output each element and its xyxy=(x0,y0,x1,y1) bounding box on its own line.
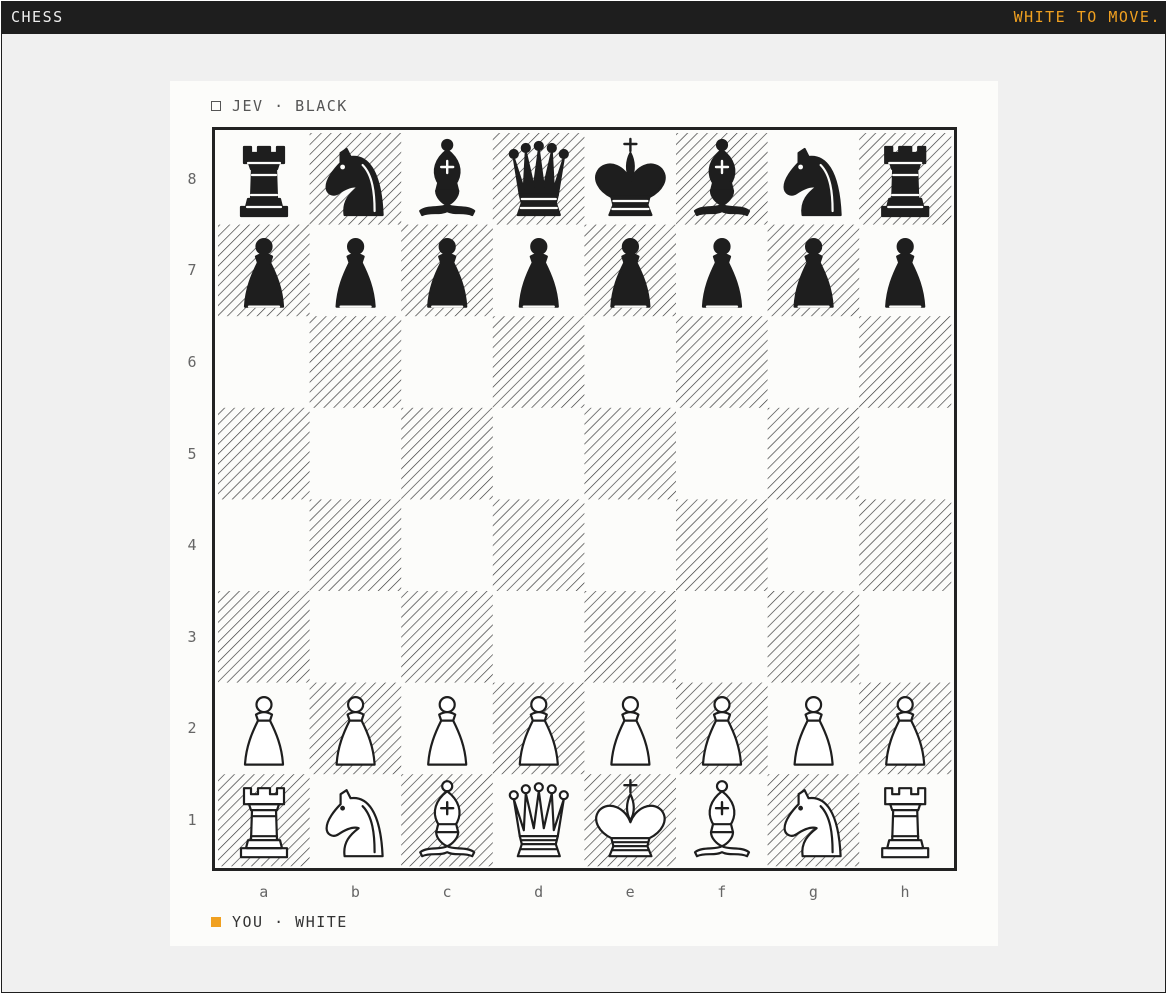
turn-status: WHITE TO MOVE. xyxy=(1013,8,1161,26)
square-d4[interactable] xyxy=(492,499,585,592)
square-f3[interactable] xyxy=(676,591,769,684)
square-c5[interactable] xyxy=(401,407,494,500)
file-label: h xyxy=(900,883,910,901)
file-label: a xyxy=(259,883,269,901)
opponent-name: JEV · BLACK xyxy=(232,97,348,115)
square-d5[interactable] xyxy=(492,407,585,500)
rank-label: 5 xyxy=(187,444,197,463)
self-name: YOU · WHITE xyxy=(232,913,348,931)
black-side-marker xyxy=(211,101,221,111)
square-e6[interactable] xyxy=(584,316,677,409)
square-e4[interactable] xyxy=(584,499,677,592)
file-label: c xyxy=(442,883,452,901)
rank-label: 6 xyxy=(187,353,197,371)
square-g5[interactable] xyxy=(767,407,860,500)
square-b5[interactable] xyxy=(309,407,402,500)
square-a3[interactable] xyxy=(218,591,311,684)
opponent-player-label: JEV · BLACK xyxy=(211,97,348,115)
rank-label: 4 xyxy=(187,536,197,555)
square-f5[interactable] xyxy=(676,407,769,500)
square-g4[interactable] xyxy=(767,499,860,592)
square-b6[interactable] xyxy=(309,316,402,409)
square-h3[interactable] xyxy=(859,591,952,684)
rank-label: 8 xyxy=(187,169,197,188)
square-a5[interactable] xyxy=(218,407,311,500)
file-label: b xyxy=(350,883,360,901)
file-label: f xyxy=(717,883,727,901)
rank-label: 7 xyxy=(187,261,197,280)
file-label: d xyxy=(534,883,544,901)
square-b3[interactable] xyxy=(309,591,402,684)
file-label: g xyxy=(808,883,818,901)
chess-board xyxy=(212,127,957,871)
rank-label: 1 xyxy=(187,811,197,829)
square-g3[interactable] xyxy=(767,591,860,684)
rank-label: 2 xyxy=(187,719,197,738)
square-a6[interactable] xyxy=(218,316,311,409)
square-h5[interactable] xyxy=(859,407,952,500)
app-title: CHESS xyxy=(11,8,64,26)
file-label: e xyxy=(625,883,635,901)
square-f4[interactable] xyxy=(676,499,769,592)
square-d3[interactable] xyxy=(492,591,585,684)
square-b4[interactable] xyxy=(309,499,402,592)
square-d6[interactable] xyxy=(492,316,585,409)
game-panel: JEV · BLACK YOU · WHITE 8 7 6 5 4 3 2 1 a b c d e f g h xyxy=(170,81,998,946)
square-e5[interactable] xyxy=(584,407,677,500)
square-c6[interactable] xyxy=(401,316,494,409)
white-side-marker xyxy=(211,917,221,927)
rank-label: 3 xyxy=(187,627,197,646)
title-bar: CHESS WHITE TO MOVE. xyxy=(2,2,1165,34)
square-h4[interactable] xyxy=(859,499,952,592)
square-c4[interactable] xyxy=(401,499,494,592)
square-g6[interactable] xyxy=(767,316,860,409)
square-e3[interactable] xyxy=(584,591,677,684)
self-player-label: YOU · WHITE xyxy=(211,913,348,931)
square-a4[interactable] xyxy=(218,499,311,592)
square-c3[interactable] xyxy=(401,591,494,684)
square-f6[interactable] xyxy=(676,316,769,409)
chess-window: CHESS WHITE TO MOVE. JEV · BLACK YOU · W… xyxy=(1,1,1166,993)
square-h6[interactable] xyxy=(859,316,952,409)
